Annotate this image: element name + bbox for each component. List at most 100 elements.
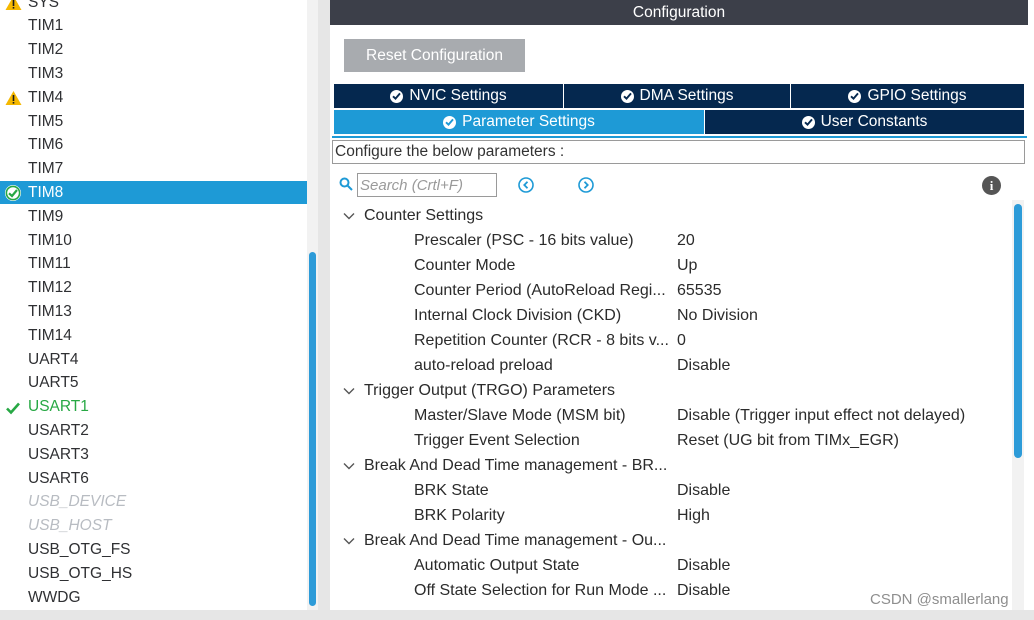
tab-gpio-settings[interactable]: GPIO Settings [791, 84, 1024, 108]
tree-group-label: Counter Settings [364, 206, 484, 224]
peripheral-item-usart6[interactable]: USART6 [0, 467, 307, 490]
peripheral-item-tim1[interactable]: TIM1 [0, 15, 307, 38]
peripheral-item-label: TIM5 [28, 112, 64, 130]
parameter-row[interactable]: Trigger Event Selection Reset (UG bit fro… [414, 428, 1014, 453]
parameter-value[interactable]: 20 [677, 232, 695, 250]
parameter-value[interactable]: 65535 [677, 282, 722, 300]
peripheral-item-tim13[interactable]: TIM13 [0, 300, 307, 323]
check-circle-icon [4, 184, 22, 202]
peripheral-item-label: TIM4 [28, 88, 64, 106]
parameter-value[interactable]: Disable [677, 357, 730, 375]
peripheral-item-tim12[interactable]: TIM12 [0, 277, 307, 300]
parameter-row[interactable]: Master/Slave Mode (MSM bit) Disable (Trig… [414, 403, 1014, 428]
tab-nvic-settings[interactable]: NVIC Settings [334, 84, 563, 108]
peripheral-item-tim2[interactable]: TIM2 [0, 39, 307, 62]
peripheral-item-label: WWDG [28, 588, 81, 606]
parameter-value[interactable]: Disable [677, 482, 730, 500]
parameter-name: Counter Mode [414, 256, 516, 274]
peripheral-item-usart3[interactable]: USART3 [0, 443, 307, 466]
parameter-row[interactable]: Repetition Counter (RCR - 8 bits v... 0 [414, 328, 1014, 353]
tab-label: User Constants [820, 113, 928, 130]
peripheral-item-tim5[interactable]: TIM5 [0, 110, 307, 133]
parameter-value[interactable]: Reset (UG bit from TIMx_EGR) [677, 432, 899, 450]
peripheral-item-usb_otg_fs[interactable]: USB_OTG_FS [0, 538, 307, 561]
watermark: CSDN @smallerlang [870, 591, 1009, 608]
parameter-row[interactable]: Automatic Output State Disable [414, 553, 1014, 578]
parameter-value[interactable]: Disable (Trigger input effect not delaye… [677, 407, 965, 425]
reset-configuration-button[interactable]: Reset Configuration [344, 39, 525, 72]
parameter-name: BRK Polarity [414, 506, 505, 524]
peripheral-list: SYS TIM1 TIM2 TIM3 TIM4 TIM5 TIM6 TIM7 TIM8 TIM9 T… [0, 0, 319, 610]
peripheral-item-tim9[interactable]: TIM9 [0, 205, 307, 228]
panel-divider[interactable] [318, 0, 330, 610]
parameter-row[interactable]: Prescaler (PSC - 16 bits value) 20 [414, 228, 1014, 253]
arrow-left-circle-icon[interactable] [518, 177, 534, 193]
parameter-value[interactable]: Disable [677, 557, 730, 575]
peripheral-item-usb_device[interactable]: USB_DEVICE [0, 491, 307, 514]
peripheral-item-tim7[interactable]: TIM7 [0, 158, 307, 181]
parameter-value[interactable]: Up [677, 257, 697, 275]
chevron-down-icon[interactable] [340, 382, 358, 400]
parameter-name: BRK State [414, 481, 489, 499]
peripheral-item-usb_host[interactable]: USB_HOST [0, 515, 307, 538]
parameter-value[interactable]: Disable [677, 582, 730, 600]
peripheral-item-label: USB_OTG_FS [28, 540, 131, 558]
parameter-row[interactable]: BRK Polarity High [414, 503, 1014, 528]
tree-group[interactable]: Trigger Output (TRGO) Parameters [340, 378, 680, 403]
parameter-name: Counter Period (AutoReload Regi... [414, 281, 666, 299]
peripheral-item-label: USART1 [28, 398, 89, 416]
peripheral-item-wwdg[interactable]: WWDG [0, 586, 307, 609]
peripheral-item-label: TIM12 [28, 279, 72, 297]
parameter-name: auto-reload preload [414, 356, 553, 374]
peripheral-item-tim10[interactable]: TIM10 [0, 229, 307, 252]
info-icon[interactable]: i [982, 176, 1001, 195]
parameters-description: Configure the below parameters : [332, 140, 1025, 164]
check-circle-icon [848, 89, 862, 103]
arrow-right-circle-icon[interactable] [578, 177, 594, 193]
peripheral-item-uart5[interactable]: UART5 [0, 372, 307, 395]
peripheral-item-sys[interactable]: SYS [0, 0, 307, 14]
peripheral-item-usb_otg_hs[interactable]: USB_OTG_HS [0, 562, 307, 585]
chevron-down-icon[interactable] [340, 457, 358, 475]
tab-dma-settings[interactable]: DMA Settings [564, 84, 790, 108]
parameter-value[interactable]: No Division [677, 307, 758, 325]
peripheral-item-tim14[interactable]: TIM14 [0, 324, 307, 347]
peripheral-item-label: TIM13 [28, 302, 72, 320]
parameter-row[interactable]: Counter Period (AutoReload Regi... 65535 [414, 278, 1014, 303]
parameter-row[interactable]: Internal Clock Division (CKD) No Division [414, 303, 1014, 328]
parameter-tree-scroll-thumb[interactable] [1014, 204, 1022, 458]
peripheral-item-uart4[interactable]: UART4 [0, 348, 307, 371]
tab-parameter-settings[interactable]: Parameter Settings [334, 110, 704, 134]
tab-underline [332, 136, 1027, 138]
peripheral-item-tim11[interactable]: TIM11 [0, 253, 307, 276]
parameter-value[interactable]: 0 [677, 332, 686, 350]
peripheral-list-scroll-thumb[interactable] [309, 252, 316, 606]
parameter-row[interactable]: auto-reload preload Disable [414, 353, 1014, 378]
peripheral-item-tim6[interactable]: TIM6 [0, 134, 307, 157]
tab-label: Parameter Settings [462, 113, 595, 130]
tree-group[interactable]: Counter Settings [340, 203, 680, 228]
parameter-row[interactable]: Counter Mode Up [414, 253, 1014, 278]
tree-group[interactable]: Break And Dead Time management - Ou... [340, 528, 680, 553]
check-icon [4, 399, 22, 417]
peripheral-item-tim4[interactable]: TIM4 [0, 86, 307, 109]
check-circle-icon [801, 115, 815, 129]
chevron-down-icon[interactable] [340, 532, 358, 550]
peripheral-item-tim8[interactable]: TIM8 [0, 181, 307, 205]
peripheral-item-usart2[interactable]: USART2 [0, 419, 307, 442]
tree-group[interactable]: Break And Dead Time management - BR... [340, 453, 680, 478]
parameter-row[interactable]: BRK State Disable [414, 478, 1014, 503]
parameter-name: Off State Selection for Run Mode ... [414, 581, 667, 599]
parameter-name: Prescaler (PSC - 16 bits value) [414, 231, 634, 249]
tab-user-constants[interactable]: User Constants [705, 110, 1024, 134]
parameter-name: Trigger Event Selection [414, 431, 580, 449]
peripheral-item-usart1[interactable]: USART1 [0, 396, 307, 419]
peripheral-item-label: USB_HOST [28, 517, 112, 535]
bottom-border [0, 610, 1034, 620]
search-input[interactable] [357, 173, 497, 197]
parameter-value[interactable]: High [677, 507, 710, 525]
warning-icon [4, 89, 22, 107]
peripheral-item-label: TIM8 [28, 183, 64, 201]
chevron-down-icon[interactable] [340, 207, 358, 225]
peripheral-item-tim3[interactable]: TIM3 [0, 62, 307, 85]
